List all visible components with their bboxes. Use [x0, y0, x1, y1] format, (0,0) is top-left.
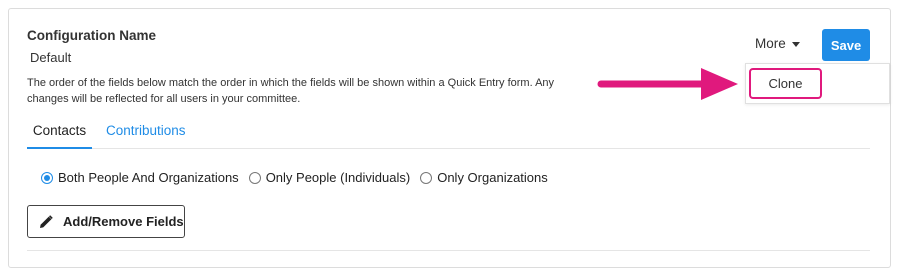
configuration-description: The order of the fields below match the …: [27, 77, 555, 105]
radio-label: Only Organizations: [437, 170, 548, 185]
pencil-icon: [39, 214, 53, 229]
radio-button[interactable]: [248, 171, 261, 184]
radio-both-people-and-organizations[interactable]: Both People And Organizations: [41, 170, 239, 185]
more-button[interactable]: More: [755, 36, 800, 51]
caret-down-icon: [791, 41, 800, 47]
radio-button[interactable]: [41, 171, 53, 184]
configuration-name-value: Default: [30, 50, 72, 65]
more-dropdown-menu: Clone: [745, 63, 890, 104]
clone-menu-item[interactable]: Clone: [749, 68, 822, 99]
radio-only-people[interactable]: Only People (Individuals): [248, 170, 411, 185]
radio-only-organizations[interactable]: Only Organizations: [420, 170, 548, 185]
divider: [27, 250, 870, 251]
add-remove-fields-label: Add/Remove Fields: [63, 214, 184, 229]
tab-bar: Contacts Contributions: [27, 118, 870, 149]
tab-contacts[interactable]: Contacts: [27, 118, 92, 149]
more-button-label: More: [755, 36, 786, 51]
entity-type-filter: Both People And Organizations Only Peopl…: [41, 170, 558, 185]
radio-label: Only People (Individuals): [265, 170, 411, 185]
radio-button[interactable]: [420, 171, 433, 184]
arrow-right-icon: [597, 68, 738, 100]
add-remove-fields-button[interactable]: Add/Remove Fields: [27, 205, 185, 238]
configuration-name-label: Configuration Name: [27, 28, 157, 43]
tab-contributions[interactable]: Contributions: [98, 118, 194, 149]
radio-label: Both People And Organizations: [58, 170, 239, 185]
save-button[interactable]: Save: [822, 29, 870, 61]
